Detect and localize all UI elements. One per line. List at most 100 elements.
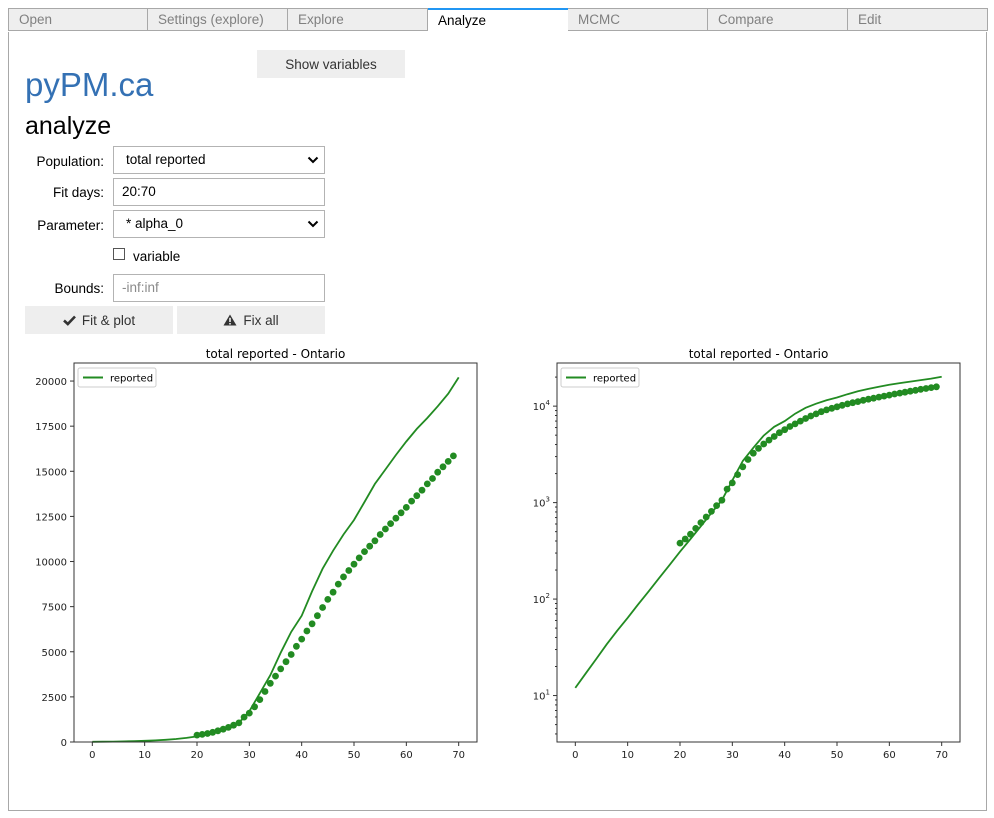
variable-label: variable (133, 249, 181, 264)
show-variables-button[interactable]: Show variables (257, 50, 405, 78)
data-point (382, 525, 389, 533)
data-point (755, 445, 762, 452)
data-point (708, 508, 715, 515)
data-point (272, 672, 279, 680)
data-point (293, 642, 300, 650)
data-point (728, 479, 736, 487)
x-tick-label: 40 (778, 750, 791, 761)
data-point (413, 492, 421, 500)
x-tick-label: 30 (243, 750, 256, 761)
brand-title: pyPM.ca (25, 66, 154, 103)
y-tick-label: 104 (533, 399, 551, 413)
chevron-down-icon (307, 220, 319, 228)
fit-days-input[interactable]: 20:70 (113, 178, 325, 206)
data-point (387, 520, 394, 527)
x-tick-label: 50 (348, 750, 361, 761)
data-point (429, 475, 436, 482)
data-point (402, 504, 410, 511)
data-point (277, 665, 285, 673)
data-point (266, 679, 274, 687)
data-point (392, 514, 400, 522)
chevron-down-icon (307, 156, 319, 164)
x-tick-label: 40 (295, 750, 308, 761)
data-point (340, 573, 347, 581)
population-value: total reported (126, 152, 206, 167)
fit-plot-label: Fit & plot (81, 312, 136, 328)
x-tick-label: 30 (726, 750, 739, 761)
data-point (361, 548, 368, 555)
tab-settings-explore[interactable]: Settings (explore) (148, 8, 288, 31)
bounds-input[interactable]: -inf:inf (113, 274, 325, 302)
data-point (744, 456, 752, 463)
data-point (329, 588, 337, 596)
data-point (366, 542, 374, 550)
data-point (681, 535, 689, 543)
bounds-label: Bounds: (54, 281, 104, 296)
linear-chart: total reported - Ontario 0 10 20 30 40 50 60 70 0… (35, 347, 478, 761)
x-tick-label: 60 (400, 750, 413, 761)
data-point (713, 502, 720, 509)
x-tick-label: 20 (674, 750, 687, 761)
x-tick-label: 10 (621, 750, 634, 761)
data-point (261, 688, 269, 695)
data-point (282, 658, 290, 666)
bounds-placeholder: -inf:inf (122, 280, 159, 295)
fix-all-button[interactable]: Fix all (177, 306, 325, 334)
y-tick-label: 17500 (35, 422, 67, 433)
population-select[interactable]: total reported (113, 146, 325, 174)
data-point (718, 496, 726, 504)
data-point (324, 596, 332, 603)
legend-label: reported (593, 374, 636, 385)
tab-analyze[interactable]: Analyze (428, 8, 568, 33)
x-tick-label: 20 (191, 750, 204, 761)
data-point (355, 554, 363, 562)
fit-plot-button[interactable]: Fit & plot (25, 306, 173, 334)
population-label: Population: (36, 154, 104, 169)
variable-checkbox[interactable] (113, 248, 125, 260)
series-line-reported (92, 376, 460, 743)
y-tick-label: 103 (533, 496, 550, 510)
y-tick-label: 5000 (42, 648, 67, 659)
x-tick-label: 0 (572, 750, 578, 761)
chart-title: total reported - Ontario (206, 347, 346, 361)
parameter-value: * alpha_0 (126, 216, 184, 231)
data-point (345, 567, 353, 574)
parameter-label: Parameter: (37, 218, 104, 233)
tab-mcmc[interactable]: MCMC (568, 8, 708, 31)
fix-all-label: Fix all (243, 312, 279, 328)
data-point (439, 463, 447, 471)
warning-icon (223, 314, 237, 325)
tab-edit[interactable]: Edit (848, 8, 988, 31)
data-point (444, 458, 452, 465)
data-point (256, 696, 264, 703)
data-point (702, 513, 710, 521)
data-point (314, 612, 321, 620)
data-point (450, 452, 457, 460)
data-point (303, 627, 311, 635)
data-point (319, 604, 326, 611)
tab-open[interactable]: Open (8, 8, 148, 31)
data-point (697, 519, 705, 526)
x-tick-label: 0 (89, 750, 95, 761)
data-point (739, 463, 747, 471)
x-tick-label: 50 (831, 750, 844, 761)
data-point (408, 497, 415, 505)
data-point (749, 449, 757, 457)
parameter-select[interactable]: * alpha_0 (113, 210, 325, 238)
tab-bar: Open Settings (explore) Explore Analyze … (8, 8, 988, 33)
tab-explore[interactable]: Explore (288, 8, 428, 31)
data-point (287, 651, 295, 658)
tab-compare[interactable]: Compare (708, 8, 848, 31)
data-point (371, 537, 379, 545)
page-subtitle: analyze (25, 112, 112, 140)
plot-frame (556, 362, 961, 743)
data-point (298, 635, 306, 643)
y-tick-label: 10000 (35, 558, 67, 569)
data-point (251, 703, 258, 711)
data-point (350, 560, 358, 568)
y-tick-label: 12500 (35, 512, 67, 523)
x-tick-label: 10 (138, 750, 151, 761)
x-tick-label: 60 (883, 750, 896, 761)
data-point (423, 480, 431, 488)
y-tick-label: 101 (533, 689, 550, 703)
